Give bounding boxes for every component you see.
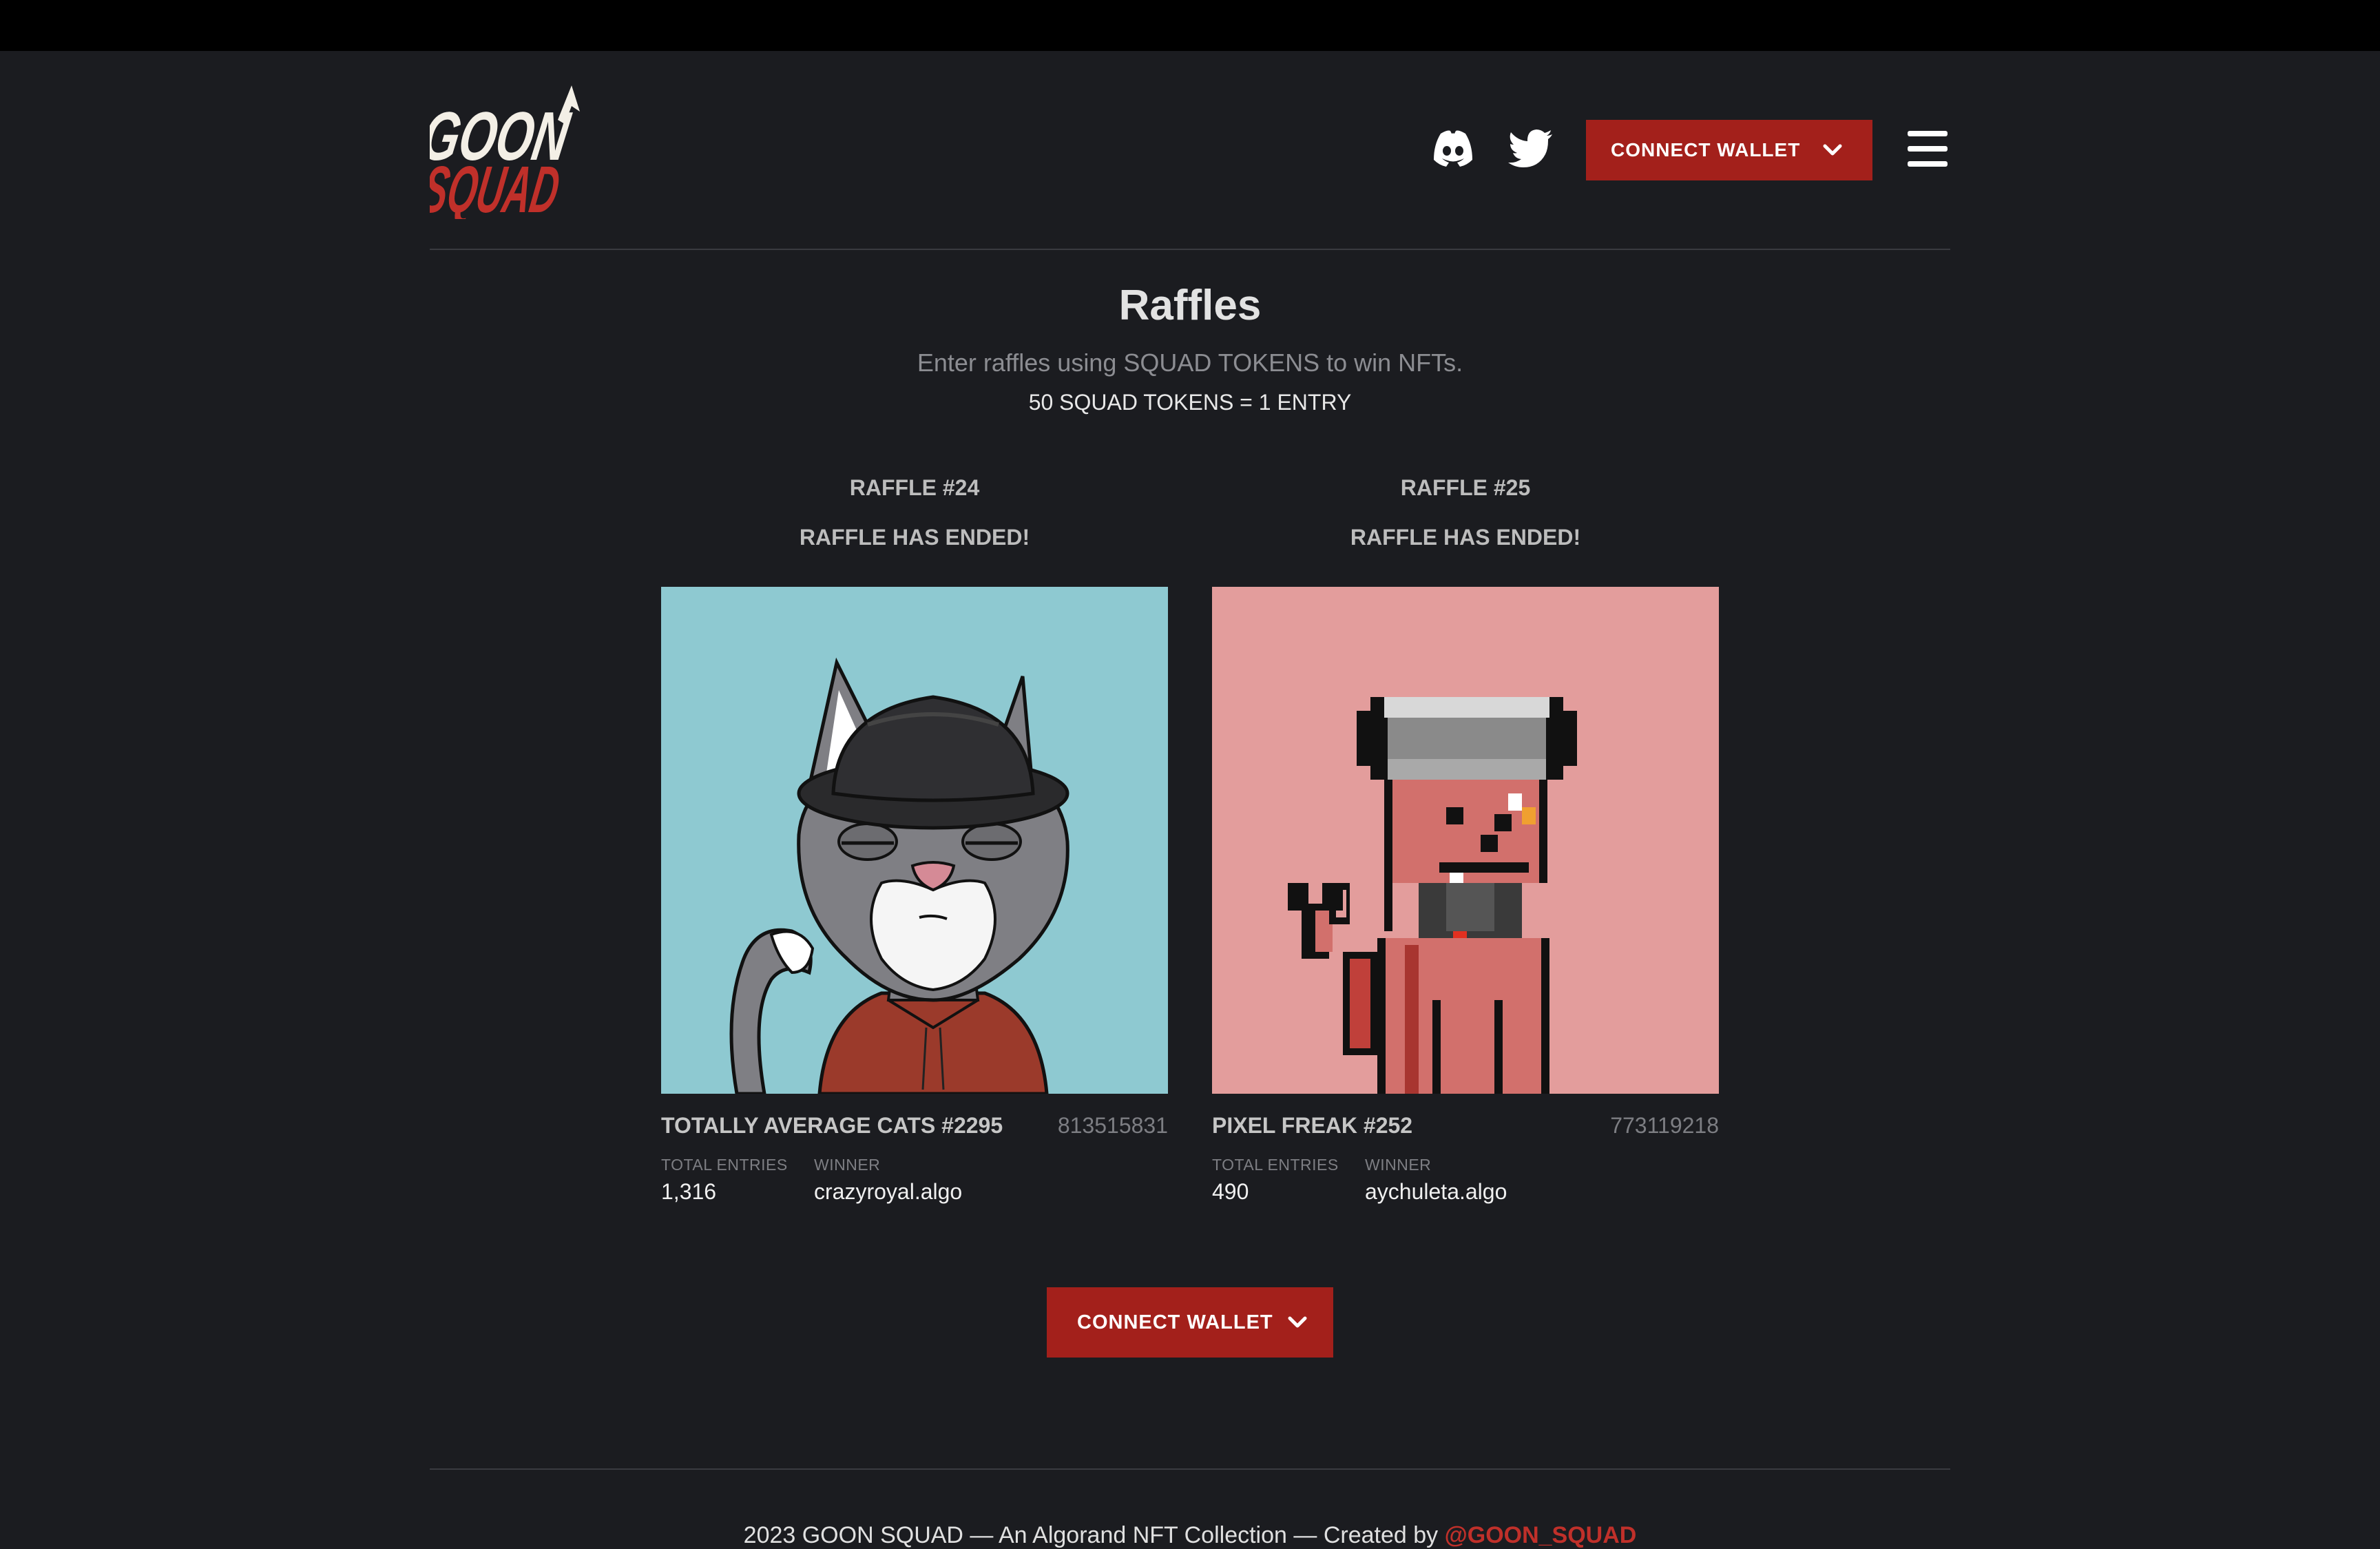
header-divider [430, 249, 1950, 250]
nft-name: TOTALLY AVERAGE CATS #2295 [661, 1113, 1003, 1138]
chevron-down-icon [1823, 144, 1842, 156]
chevron-down-icon [1288, 1316, 1307, 1329]
footer-brand-link[interactable]: @GOON_SQUAD [1445, 1522, 1637, 1548]
menu-icon[interactable] [1908, 131, 1948, 167]
page-subtitle: Enter raffles using SQUAD TOKENS to win … [917, 349, 1463, 377]
discord-icon[interactable] [1431, 128, 1475, 168]
footer-copyright: 2023 GOON SQUAD — An Algorand NFT Collec… [743, 1522, 1445, 1548]
raffle-status: RAFFLE HAS ENDED! [799, 525, 1030, 550]
total-entries-value: 490 [1212, 1179, 1249, 1204]
window-top-bar [0, 0, 2380, 51]
winner-label: WINNER [814, 1156, 881, 1174]
goon-squad-logo[interactable]: GOON SQUAD [430, 84, 588, 219]
logo-graphic: GOON SQUAD [430, 85, 580, 219]
connect-wallet-label: CONNECT WALLET [1077, 1311, 1273, 1333]
raffle-number: RAFFLE #24 [849, 475, 980, 500]
nft-asset-id[interactable]: 773119218 [1610, 1113, 1719, 1139]
total-entries-value: 1,316 [661, 1179, 717, 1204]
total-entries-label: TOTAL ENTRIES [1212, 1156, 1339, 1174]
footer-text: 2023 GOON SQUAD — An Algorand NFT Collec… [0, 1522, 2380, 1549]
svg-text:SQUAD: SQUAD [430, 152, 565, 219]
connect-wallet-button[interactable]: CONNECT WALLET [1586, 120, 1872, 180]
nft-name: PIXEL FREAK #252 [1212, 1113, 1413, 1138]
nft-image[interactable] [661, 587, 1168, 1094]
footer-divider [430, 1468, 1950, 1470]
nft-asset-id[interactable]: 813515831 [1058, 1113, 1168, 1139]
winner-value: aychuleta.algo [1365, 1179, 1507, 1204]
twitter-icon[interactable] [1508, 129, 1554, 168]
connect-wallet-label: CONNECT WALLET [1611, 139, 1801, 160]
page-title: Raffles [1118, 282, 1262, 329]
raffle-status: RAFFLE HAS ENDED! [1350, 525, 1581, 550]
entry-rate: 50 SQUAD TOKENS = 1 ENTRY [1028, 390, 1352, 415]
winner-label: WINNER [1365, 1156, 1432, 1174]
raffle-card: RAFFLE #25 RAFFLE HAS ENDED! PIXEL FREAK… [1212, 475, 1719, 1204]
nft-image[interactable] [1212, 587, 1719, 1094]
raffle-number: RAFFLE #25 [1400, 475, 1531, 500]
raffle-card: RAFFLE #24 RAFFLE HAS ENDED! TOTALLY AVE… [661, 475, 1168, 1204]
connect-wallet-button-bottom[interactable]: CONNECT WALLET [1047, 1287, 1333, 1358]
total-entries-label: TOTAL ENTRIES [661, 1156, 788, 1174]
winner-value: crazyroyal.algo [814, 1179, 963, 1204]
